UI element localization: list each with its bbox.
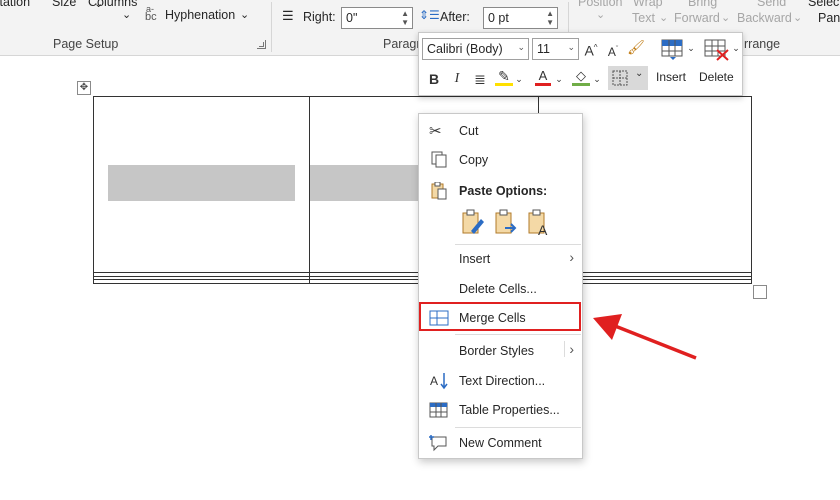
format-painter-icon[interactable]: 🖌 <box>627 38 645 56</box>
position-dropdown-icon: ⌄ <box>596 9 606 21</box>
italic-button[interactable]: I <box>451 70 463 88</box>
chevron-down-icon[interactable]: ⌄ <box>687 39 695 57</box>
table-resize-handle-icon[interactable] <box>753 285 767 299</box>
chevron-down-icon[interactable]: ⌄ <box>567 42 575 53</box>
context-menu: ✂ Cut Copy Paste Options: A Insert › Del… <box>418 113 583 459</box>
spinner-arrows-icon[interactable]: ▲ ▼ <box>546 9 554 27</box>
menu-item-copy[interactable]: Copy <box>419 146 582 174</box>
bring-forward-button[interactable]: Bring <box>688 0 717 9</box>
paste-merge-formatting-icon[interactable] <box>492 209 520 237</box>
columns-dropdown-icon: ⌄ <box>122 9 132 21</box>
send-backward-label: Backward <box>737 11 792 25</box>
merge-cells-highlight <box>419 302 581 331</box>
menu-item-table-properties[interactable]: Table Properties... <box>419 396 582 424</box>
menu-separator <box>455 334 581 335</box>
center-align-icon[interactable]: ≣ <box>471 70 489 88</box>
ribbon-separator <box>271 2 272 52</box>
hyphenation-button[interactable]: Hyphenation <box>165 8 235 22</box>
selection-pane-label: Pan <box>818 11 840 25</box>
text-direction-icon: A <box>430 373 448 390</box>
spacing-after-label: After: <box>440 10 470 24</box>
menu-item-paste-options: Paste Options: <box>419 177 582 205</box>
page-setup-launcher-icon[interactable] <box>257 40 266 49</box>
chevron-right-icon: › <box>564 341 574 357</box>
send-backward-dropdown-icon: ⌄ <box>793 12 803 24</box>
chevron-down-icon[interactable]: ⌄ <box>635 68 643 79</box>
insert-table-icon[interactable] <box>661 39 687 61</box>
grow-font-icon[interactable]: A^ <box>582 39 600 60</box>
menu-item-cut[interactable]: ✂ Cut <box>419 117 582 145</box>
indent-right-field[interactable]: 0" ▲ ▼ <box>341 7 413 29</box>
mini-toolbar: Calibri (Body) ⌄ 11 ⌄ A^ Aˇ 🖌 ⌄ ⌄ B I ≣ … <box>418 32 743 96</box>
menu-item-insert[interactable]: Insert › <box>419 245 582 273</box>
paragraph-group-label: Paragraph <box>383 37 421 51</box>
bold-button[interactable]: B <box>428 70 440 88</box>
chevron-down-icon[interactable]: ⌄ <box>555 70 563 88</box>
copy-icon <box>431 151 447 168</box>
spacing-after-field[interactable]: 0 pt ▲ ▼ <box>483 7 558 29</box>
chevron-down-icon[interactable]: ⌄ <box>732 39 740 57</box>
highlight-color-icon[interactable]: ✎ <box>495 69 513 86</box>
chevron-down-icon[interactable]: ⌄ <box>517 42 525 53</box>
chevron-down-icon[interactable]: ⌄ <box>515 70 523 88</box>
borders-icon <box>612 70 628 86</box>
selection-pane-button[interactable]: Selec <box>808 0 839 9</box>
hyphenation-icon: bc <box>145 11 157 23</box>
borders-button[interactable]: ⌄ <box>608 66 648 90</box>
cell-selection <box>108 165 295 201</box>
wrap-text-label: Text <box>632 11 655 25</box>
font-name-combo[interactable]: Calibri (Body) ⌄ <box>422 38 529 60</box>
delete-table-icon[interactable] <box>704 39 730 61</box>
font-color-icon[interactable]: A <box>535 69 551 86</box>
new-comment-icon <box>429 435 447 452</box>
table-cell-selected[interactable] <box>93 96 310 273</box>
wrap-text-dropdown-icon: ⌄ <box>659 12 669 24</box>
chevron-right-icon: › <box>569 249 574 265</box>
arrange-group-label: rrange <box>744 37 781 51</box>
paste-keep-formatting-icon[interactable] <box>459 209 487 237</box>
font-size-combo[interactable]: 11 ⌄ <box>532 38 579 60</box>
wrap-text-button[interactable]: Wrap <box>633 0 663 9</box>
send-backward-button[interactable]: Send <box>757 0 786 9</box>
table-cell[interactable] <box>93 279 310 284</box>
indent-right-icon: ☰ <box>282 8 294 23</box>
clipboard-icon <box>431 182 447 200</box>
chevron-down-icon[interactable]: ⌄ <box>593 70 601 88</box>
shading-icon[interactable]: ◇ <box>572 69 590 86</box>
annotation-arrow-icon <box>593 314 697 360</box>
paste-text-only-icon[interactable]: A <box>525 209 553 237</box>
hyphenation-dropdown-icon: ⌄ <box>240 9 250 21</box>
svg-text:A: A <box>430 374 438 388</box>
menu-separator <box>455 427 581 428</box>
menu-item-text-direction[interactable]: A Text Direction... <box>419 367 582 395</box>
page-setup-group-label: Page Setup <box>53 37 119 51</box>
spinner-arrows-icon[interactable]: ▲ ▼ <box>401 9 409 27</box>
delete-label: Delete <box>699 70 734 84</box>
spacing-after-icon: ⇕☰ <box>419 8 440 22</box>
menu-item-border-styles[interactable]: Border Styles › <box>419 337 582 365</box>
scissors-icon: ✂ <box>429 123 442 140</box>
indent-right-label: Right: <box>303 10 336 24</box>
bring-forward-label: Forward <box>674 11 720 25</box>
svg-text:A: A <box>538 222 548 237</box>
orientation-button[interactable]: ıtation <box>0 0 30 9</box>
shrink-font-icon[interactable]: Aˇ <box>605 41 621 61</box>
menu-item-delete-cells[interactable]: Delete Cells... <box>419 275 582 303</box>
table-properties-icon <box>429 402 448 418</box>
paste-options-group: A <box>459 209 559 239</box>
bring-forward-dropdown-icon: ⌄ <box>721 12 731 24</box>
size-button[interactable]: Size <box>52 0 76 9</box>
menu-item-new-comment[interactable]: New Comment <box>419 429 582 457</box>
table-move-handle-icon[interactable]: ✥ <box>77 81 91 95</box>
insert-label: Insert <box>656 70 687 84</box>
